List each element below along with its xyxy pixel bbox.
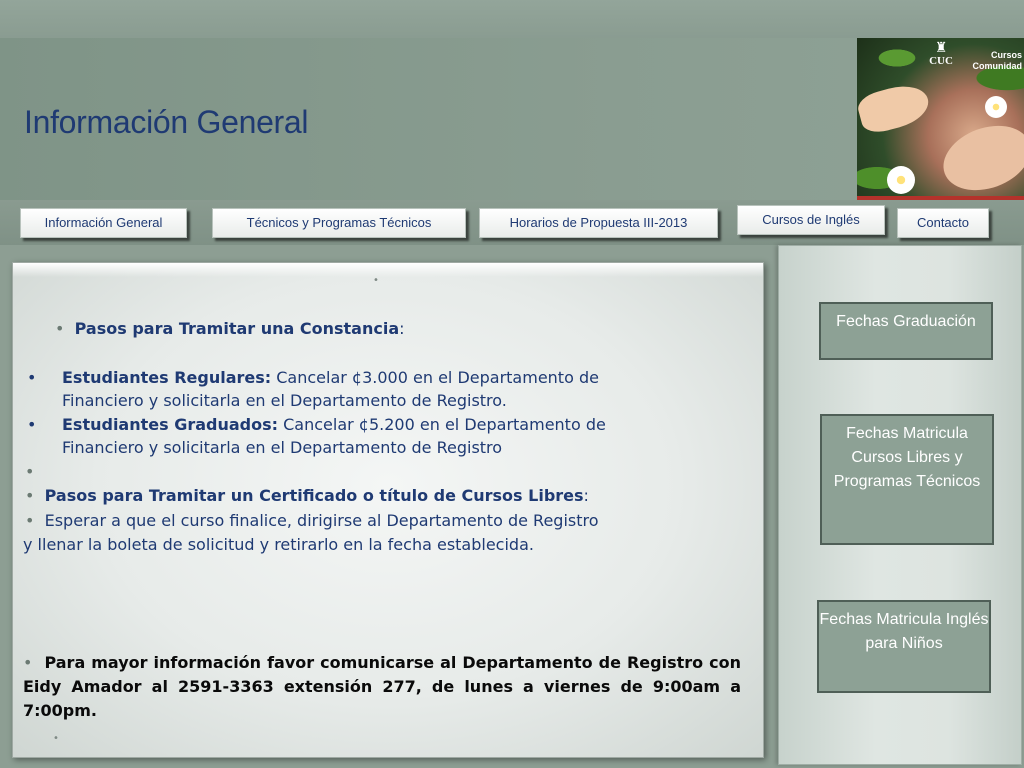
flower-icon <box>887 166 915 194</box>
brand-line-2: Comunidad <box>972 61 1023 71</box>
brand-text: Cursos Comunidad <box>973 50 1023 72</box>
cuc-crest-icon: ♜ <box>934 40 948 56</box>
certificado-text-1: Esperar a que el curso finalice, dirigir… <box>44 511 599 530</box>
bullet-dot: • <box>25 511 35 530</box>
cuc-logo: ♜ CUC <box>923 38 959 74</box>
contact-paragraph: • Para mayor información favor comunicar… <box>23 651 741 723</box>
regulares-bullet: • <box>27 368 37 387</box>
graduados-line-1: Estudiantes Graduados: Cancelar ¢5.200 e… <box>62 413 606 436</box>
sidebar-fechas-matricula-ingles[interactable]: Fechas Matricula Inglés para Niños <box>817 600 991 693</box>
graduados-label: Estudiantes Graduados: <box>62 415 279 434</box>
top-strip <box>0 0 1024 38</box>
certificado-line-2: y llenar la boleta de solicitud y retira… <box>23 535 534 554</box>
contact-text: Para mayor información favor comunicarse… <box>23 653 742 720</box>
content-panel: • • Pasos para Tramitar una Constancia: … <box>12 262 764 758</box>
nav-tecnicos-programas[interactable]: Técnicos y Programas Técnicos <box>212 208 466 238</box>
graduados-line-2: Financiero y solicitarla en el Departame… <box>62 438 503 457</box>
brand-line-1: Cursos <box>990 50 1022 60</box>
regulares-text-1: Cancelar ¢3.000 en el Departamento de <box>271 368 599 387</box>
bullet-dot: • <box>53 733 59 744</box>
colon: : <box>399 319 405 338</box>
panel-highlight <box>13 263 763 277</box>
certificado-heading: Pasos para Tramitar un Certificado o tít… <box>44 486 584 505</box>
nav-cursos-ingles[interactable]: Cursos de Inglés <box>737 205 885 235</box>
logo-text: CUC <box>929 55 953 67</box>
sidebar-fechas-matricula-cursos[interactable]: Fechas Matricula Cursos Libres y Program… <box>820 414 994 545</box>
bullet-dot: • <box>55 319 65 338</box>
nav-informacion-general[interactable]: Información General <box>20 208 187 238</box>
constancia-heading: Pasos para Tramitar una Constancia <box>74 319 400 338</box>
page-title: Información General <box>24 104 309 140</box>
constancia-heading-line: • Pasos para Tramitar una Constancia: <box>55 317 405 340</box>
certificado-line-1: • Esperar a que el curso finalice, dirig… <box>25 509 599 532</box>
bullet-dot: • <box>373 275 379 286</box>
nav-contacto[interactable]: Contacto <box>897 208 989 238</box>
flower-icon <box>985 96 1007 118</box>
contact-period: . <box>90 701 97 720</box>
regulares-line-1: Estudiantes Regulares: Cancelar ¢3.000 e… <box>62 366 599 389</box>
nav-horarios-propuesta[interactable]: Horarios de Propuesta III-2013 <box>479 208 718 238</box>
graduados-text-1: Cancelar ¢5.200 en el Departamento de <box>278 415 606 434</box>
bullet-dot: • <box>25 486 35 505</box>
colon: : <box>583 486 589 505</box>
sidebar-fechas-graduacion[interactable]: Fechas Graduación <box>819 302 993 360</box>
regulares-line-2: Financiero y solicitarla en el Departame… <box>62 391 507 410</box>
bullet-dot: • <box>23 653 33 672</box>
certificado-heading-line: • Pasos para Tramitar un Certificado o t… <box>25 484 589 507</box>
empty-bullet: • <box>25 462 35 481</box>
graduados-bullet: • <box>27 415 37 434</box>
regulares-label: Estudiantes Regulares: <box>62 368 272 387</box>
header-photo: ♜ CUC Cursos Comunidad <box>857 38 1024 200</box>
